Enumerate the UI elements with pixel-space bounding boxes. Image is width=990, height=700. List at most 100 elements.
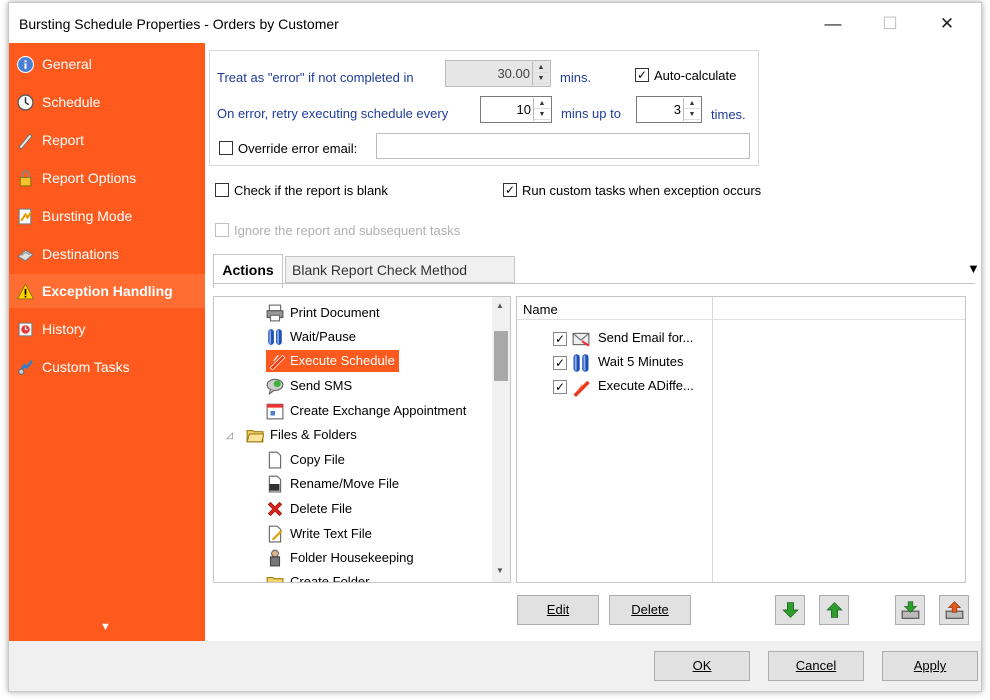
tab-menu-dropdown-icon[interactable]: ▼: [967, 261, 980, 276]
minimize-button[interactable]: —: [818, 11, 848, 37]
tree-item-rename-move-file[interactable]: Rename/Move File: [266, 473, 399, 495]
ok-button[interactable]: OK: [654, 651, 750, 681]
task-row-checkbox[interactable]: ✓: [553, 380, 567, 394]
task-row[interactable]: ✓ Wait 5 Minutes: [553, 352, 713, 374]
calendar-icon: [266, 403, 284, 420]
info-icon: [17, 56, 34, 73]
tree-item-wait-pause[interactable]: Wait/Pause: [266, 326, 356, 348]
tab-blank-report-check-method[interactable]: Blank Report Check Method: [285, 256, 515, 283]
stepper-up-icon[interactable]: ▲: [533, 62, 549, 73]
import-icon: [901, 601, 920, 619]
treat-error-value: 30.00: [497, 66, 530, 81]
close-button[interactable]: ✕: [932, 11, 962, 37]
stepper-down-icon[interactable]: ▼: [684, 109, 700, 120]
override-email-label: Override error email:: [238, 141, 358, 156]
auto-calculate-checkbox[interactable]: ✓: [635, 68, 649, 82]
import-button[interactable]: [895, 595, 925, 625]
execute-icon: [269, 354, 286, 370]
tree-item-execute-schedule[interactable]: Execute Schedule: [266, 350, 399, 372]
task-row[interactable]: ✓ Send Email for...: [553, 328, 713, 350]
sidebar-item-schedule[interactable]: Schedule: [9, 85, 205, 119]
tree-scrollbar[interactable]: ▲ ▼: [492, 297, 510, 582]
move-down-button[interactable]: [775, 595, 805, 625]
tree-item-label: Execute Schedule: [290, 353, 395, 368]
delete-button[interactable]: Delete: [609, 595, 691, 625]
exception-handling-panel: Treat as "error" if not completed in 30.…: [205, 43, 981, 641]
history-icon: [18, 322, 33, 337]
tree-item-write-text-file[interactable]: Write Text File: [266, 523, 372, 545]
sms-icon: [266, 378, 284, 395]
tree-item-label: Folder Housekeeping: [290, 550, 414, 565]
sidebar-scroll-down-icon[interactable]: ▼: [100, 621, 111, 633]
cancel-button-label: Cancel: [795, 658, 837, 673]
tree-item-folder-housekeeping[interactable]: Folder Housekeeping: [266, 547, 414, 569]
sidebar-item-bursting-mode[interactable]: Bursting Mode: [9, 199, 205, 233]
task-row-checkbox[interactable]: ✓: [553, 356, 567, 370]
edit-button[interactable]: Edit: [517, 595, 599, 625]
ignore-report-checkbox[interactable]: [215, 223, 229, 237]
retry-times-stepper[interactable]: 3 ▲ ▼: [636, 96, 702, 123]
task-row-checkbox[interactable]: ✓: [553, 332, 567, 346]
retry-interval-stepper[interactable]: 10 ▲ ▼: [480, 96, 552, 123]
tree-item-send-sms[interactable]: Send SMS: [266, 375, 352, 397]
stepper-up-icon[interactable]: ▲: [684, 98, 700, 109]
create-folder-icon: [266, 576, 284, 582]
sidebar-item-label: Bursting Mode: [42, 208, 133, 224]
sidebar-item-destinations[interactable]: Destinations: [9, 237, 205, 271]
sidebar-item-custom-tasks[interactable]: Custom Tasks: [9, 350, 205, 384]
sidebar-item-history[interactable]: History: [9, 312, 205, 346]
tree-expander-icon[interactable]: ◿: [226, 424, 233, 446]
warning-icon: [17, 283, 34, 300]
sidebar-item-report[interactable]: Report: [9, 123, 205, 157]
override-email-input[interactable]: [376, 133, 750, 159]
sidebar-item-general[interactable]: General: [9, 47, 205, 81]
delete-icon: [267, 501, 283, 517]
ok-button-label: OK: [692, 658, 712, 673]
scroll-up-icon[interactable]: ▲: [496, 301, 504, 310]
tree-item-create-folder[interactable]: Create Folder: [266, 571, 369, 582]
scroll-down-icon[interactable]: ▼: [496, 566, 504, 575]
sidebar-item-report-options[interactable]: Report Options: [9, 161, 205, 195]
export-icon: [945, 601, 964, 619]
custom-tasks-icon: [18, 360, 33, 375]
stepper-down-icon[interactable]: ▼: [533, 73, 549, 84]
tree-item-delete-file[interactable]: Delete File: [266, 498, 352, 520]
treat-error-arrows[interactable]: ▲ ▼: [532, 62, 549, 85]
sidebar-item-label: General: [42, 56, 92, 72]
properties-window: Bursting Schedule Properties - Orders by…: [8, 2, 982, 692]
sidebar-item-exception-handling[interactable]: Exception Handling: [9, 274, 205, 308]
dialog-footer: OK Cancel Apply: [9, 641, 981, 691]
tree-item-create-exchange-appointment[interactable]: Create Exchange Appointment: [266, 400, 466, 422]
tree-item-files-folders[interactable]: ◿ Files & Folders: [226, 424, 357, 446]
check-blank-checkbox[interactable]: [215, 183, 229, 197]
sidebar-item-label: Destinations: [42, 246, 120, 262]
delete-button-label: Delete: [631, 602, 669, 617]
tree-item-copy-file[interactable]: Copy File: [266, 449, 345, 471]
retry-interval-arrows[interactable]: ▲ ▼: [533, 98, 550, 121]
name-column-header[interactable]: Name: [523, 302, 558, 317]
scrollbar-thumb[interactable]: [494, 331, 508, 381]
stepper-down-icon[interactable]: ▼: [534, 109, 550, 120]
stepper-up-icon[interactable]: ▲: [534, 98, 550, 109]
maximize-button[interactable]: ☐: [875, 11, 905, 37]
treat-error-stepper[interactable]: 30.00 ▲ ▼: [445, 60, 551, 87]
sidebar-item-label: Schedule: [42, 94, 101, 110]
run-custom-tasks-checkbox[interactable]: ✓: [503, 183, 517, 197]
arrow-up-icon: [826, 602, 843, 618]
override-email-checkbox[interactable]: [219, 141, 233, 155]
cancel-button[interactable]: Cancel: [768, 651, 864, 681]
retry-times-arrows[interactable]: ▲ ▼: [683, 98, 700, 121]
apply-button[interactable]: Apply: [882, 651, 978, 681]
task-list-header: Name: [517, 297, 965, 320]
action-tree[interactable]: Print Document Wait/Pause Execute Schedu…: [213, 296, 511, 583]
task-row[interactable]: ✓ Execute ADiffe...: [553, 376, 713, 398]
task-list[interactable]: Name ✓ Send Email for... ✓ Wait 5 Minute…: [516, 296, 966, 583]
move-up-button[interactable]: [819, 595, 849, 625]
export-button[interactable]: [939, 595, 969, 625]
edit-button-label: Edit: [546, 602, 570, 617]
bursting-icon: [18, 208, 32, 225]
tree-item-print-document[interactable]: Print Document: [266, 302, 380, 324]
retry-label: On error, retry executing schedule every: [217, 106, 449, 121]
printer-icon: [266, 304, 284, 322]
tree-item-label: Copy File: [290, 452, 345, 467]
